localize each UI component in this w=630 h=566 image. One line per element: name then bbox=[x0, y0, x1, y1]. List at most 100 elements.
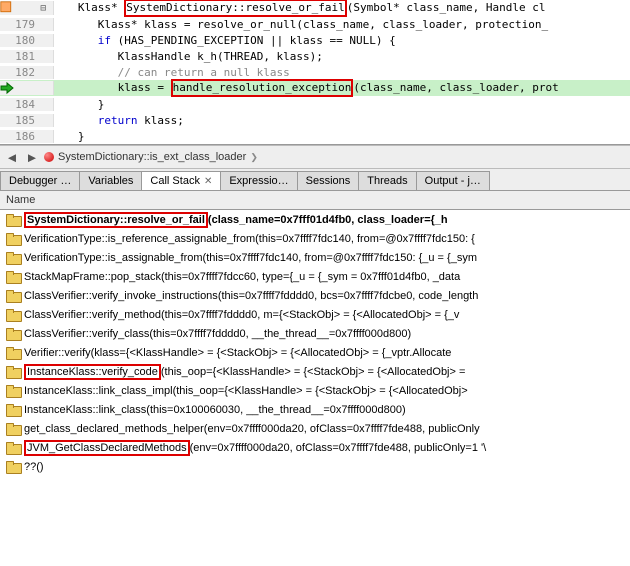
debug-tabs: Debugger …VariablesCall Stack✕Expressio…… bbox=[0, 169, 630, 191]
line-number: 184 bbox=[11, 98, 35, 111]
tab-outputj[interactable]: Output - j… bbox=[416, 171, 490, 190]
breakpoint-marker-icon bbox=[44, 152, 54, 162]
code-text[interactable]: } bbox=[54, 98, 630, 111]
frame-args: (klass={<KlassHandle> = {<StackObj> = {<… bbox=[91, 347, 452, 359]
frame-args: (this=0x7ffff7fdcc60, type={_u = {_sym =… bbox=[161, 271, 460, 283]
code-line[interactable]: 179 Klass* klass = resolve_or_null(class… bbox=[0, 16, 630, 32]
frame-function-name: ClassVerifier::verify_invoke_instruction… bbox=[24, 290, 218, 302]
frame-folder-icon bbox=[6, 252, 20, 263]
frame-folder-icon bbox=[6, 347, 20, 358]
stack-frame[interactable]: InstanceKlass::verify_code (this_oop={<K… bbox=[0, 362, 630, 381]
code-line[interactable]: 185 return klass; bbox=[0, 112, 630, 128]
line-number: 181 bbox=[11, 50, 35, 63]
frame-args: (this=0x7ffff7fdddd0, __the_thread__=0x7… bbox=[149, 328, 411, 340]
frame-folder-icon bbox=[6, 290, 20, 301]
frame-folder-icon bbox=[6, 309, 20, 320]
frame-function-name: ClassVerifier::verify_method bbox=[24, 309, 161, 321]
tab-threads[interactable]: Threads bbox=[358, 171, 416, 190]
stack-frame[interactable]: get_class_declared_methods_helper (env=0… bbox=[0, 419, 630, 438]
frame-args: (this=0x7ffff7fdc140, from=@0x7ffff7fdc1… bbox=[203, 252, 477, 264]
stack-frame[interactable]: JVM_GetClassDeclaredMethods (env=0x7ffff… bbox=[0, 438, 630, 457]
code-line[interactable]: 182 // can return a null klass bbox=[0, 64, 630, 80]
code-text[interactable]: KlassHandle k_h(THREAD, klass); bbox=[54, 50, 630, 63]
frame-folder-icon bbox=[6, 461, 20, 472]
code-text[interactable]: klass = handle_resolution_exception(clas… bbox=[54, 79, 630, 97]
frame-folder-icon bbox=[6, 442, 20, 453]
frame-args: (class_name=0x7fff01d4fb0, class_loader=… bbox=[208, 214, 448, 226]
stack-frame[interactable]: SystemDictionary::resolve_or_fail (class… bbox=[0, 210, 630, 229]
frame-folder-icon bbox=[6, 214, 20, 225]
frame-args: (this_oop={<KlassHandle> = {<StackObj> =… bbox=[161, 366, 466, 378]
tab-sessions[interactable]: Sessions bbox=[297, 171, 360, 190]
frame-function-name: InstanceKlass::verify_code bbox=[24, 364, 161, 380]
code-text[interactable]: Klass* klass = resolve_or_null(class_nam… bbox=[54, 18, 630, 31]
breadcrumb-nav: ◄ ► SystemDictionary::is_ext_class_loade… bbox=[0, 145, 630, 169]
code-text[interactable]: Klass* SystemDictionary::resolve_or_fail… bbox=[54, 0, 630, 17]
code-line[interactable]: klass = handle_resolution_exception(clas… bbox=[0, 80, 630, 96]
code-editor[interactable]: ⊟ Klass* SystemDictionary::resolve_or_fa… bbox=[0, 0, 630, 145]
code-line[interactable]: 186 } bbox=[0, 128, 630, 144]
line-number: 179 bbox=[11, 18, 35, 31]
tab-close-icon[interactable]: ✕ bbox=[204, 176, 212, 187]
fold-toggle[interactable]: ⊟ bbox=[37, 3, 49, 14]
frame-args: (this=0x100060030, __the_thread__=0x7fff… bbox=[146, 404, 405, 416]
breadcrumb-label[interactable]: SystemDictionary::is_ext_class_loader bbox=[58, 151, 246, 163]
frame-function-name: ?? bbox=[24, 461, 36, 473]
stack-frame[interactable]: ?? () bbox=[0, 457, 630, 476]
frame-function-name: Verifier::verify bbox=[24, 347, 91, 359]
stack-frame[interactable]: VerificationType::is_assignable_from (th… bbox=[0, 248, 630, 267]
stack-frame[interactable]: VerificationType::is_reference_assignabl… bbox=[0, 229, 630, 248]
code-line[interactable]: 184 } bbox=[0, 96, 630, 112]
frame-folder-icon bbox=[6, 366, 20, 377]
current-line-arrow-icon bbox=[0, 81, 14, 95]
frame-args: (env=0x7ffff000da20, ofClass=0x7ffff7fde… bbox=[190, 442, 487, 454]
tab-expressio[interactable]: Expressio… bbox=[220, 171, 297, 190]
frame-args: (this=0x7ffff7fdddd0, bcs=0x7ffff7fdcbe0… bbox=[218, 290, 479, 302]
frame-function-name: StackMapFrame::pop_stack bbox=[24, 271, 161, 283]
frame-folder-icon bbox=[6, 328, 20, 339]
frame-args: (this=0x7ffff7fdc140, from=@0x7ffff7fdc1… bbox=[255, 233, 475, 245]
frame-function-name: SystemDictionary::resolve_or_fail bbox=[24, 212, 208, 228]
frame-function-name: ClassVerifier::verify_class bbox=[24, 328, 149, 340]
call-stack-list[interactable]: SystemDictionary::resolve_or_fail (class… bbox=[0, 210, 630, 476]
frame-args: () bbox=[36, 461, 43, 473]
code-line[interactable]: 181 KlassHandle k_h(THREAD, klass); bbox=[0, 48, 630, 64]
code-line[interactable]: 180 if (HAS_PENDING_EXCEPTION || klass =… bbox=[0, 32, 630, 48]
stack-frame[interactable]: ClassVerifier::verify_invoke_instruction… bbox=[0, 286, 630, 305]
frame-folder-icon bbox=[6, 271, 20, 282]
frame-function-name: InstanceKlass::link_class_impl bbox=[24, 385, 173, 397]
frame-args: (env=0x7ffff000da20, ofClass=0x7ffff7fde… bbox=[204, 423, 480, 435]
frame-function-name: JVM_GetClassDeclaredMethods bbox=[24, 440, 190, 456]
tab-callstack[interactable]: Call Stack✕ bbox=[141, 171, 221, 190]
frame-function-name: VerificationType::is_reference_assignabl… bbox=[24, 233, 255, 245]
tab-variables[interactable]: Variables bbox=[79, 171, 142, 190]
stack-frame[interactable]: ClassVerifier::verify_class (this=0x7fff… bbox=[0, 324, 630, 343]
frame-function-name: VerificationType::is_assignable_from bbox=[24, 252, 203, 264]
tab-debugger[interactable]: Debugger … bbox=[0, 171, 80, 190]
code-line[interactable]: ⊟ Klass* SystemDictionary::resolve_or_fa… bbox=[0, 0, 630, 16]
frame-function-name: get_class_declared_methods_helper bbox=[24, 423, 204, 435]
line-number: 182 bbox=[11, 66, 35, 79]
stack-column-header[interactable]: Name bbox=[0, 191, 630, 210]
chevron-right-icon[interactable]: ❯ bbox=[250, 152, 258, 163]
frame-folder-icon bbox=[6, 385, 20, 396]
frame-folder-icon bbox=[6, 423, 20, 434]
stack-frame[interactable]: InstanceKlass::link_class (this=0x100060… bbox=[0, 400, 630, 419]
frame-args: (this=0x7ffff7fdddd0, m={<StackObj> = {<… bbox=[161, 309, 459, 321]
frame-args: (this_oop={<KlassHandle> = {<StackObj> =… bbox=[173, 385, 468, 397]
frame-function-name: InstanceKlass::link_class bbox=[24, 404, 146, 416]
stack-frame[interactable]: ClassVerifier::verify_method (this=0x7ff… bbox=[0, 305, 630, 324]
stack-frame[interactable]: Verifier::verify (klass={<KlassHandle> =… bbox=[0, 343, 630, 362]
line-number: 180 bbox=[11, 34, 35, 47]
line-number: 186 bbox=[11, 130, 35, 143]
code-text[interactable]: // can return a null klass bbox=[54, 66, 630, 79]
code-text[interactable]: return klass; bbox=[54, 114, 630, 127]
code-text[interactable]: } bbox=[54, 130, 630, 143]
nav-forward-button[interactable]: ► bbox=[24, 149, 40, 165]
frame-folder-icon bbox=[6, 233, 20, 244]
breakpoint-icon[interactable] bbox=[0, 1, 12, 15]
stack-frame[interactable]: InstanceKlass::link_class_impl (this_oop… bbox=[0, 381, 630, 400]
code-text[interactable]: if (HAS_PENDING_EXCEPTION || klass == NU… bbox=[54, 34, 630, 47]
nav-back-button[interactable]: ◄ bbox=[4, 149, 20, 165]
stack-frame[interactable]: StackMapFrame::pop_stack (this=0x7ffff7f… bbox=[0, 267, 630, 286]
